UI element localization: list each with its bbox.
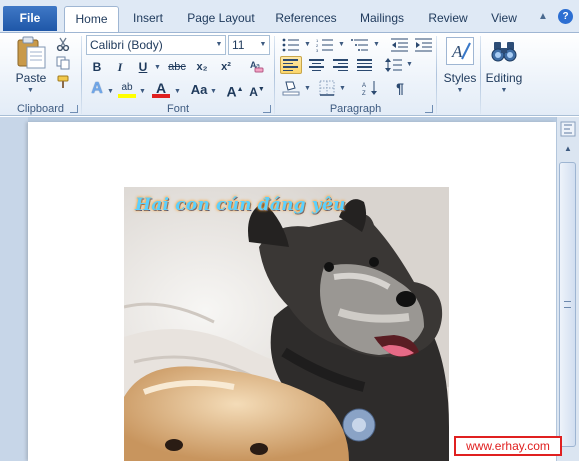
increase-indent-icon[interactable] [414,36,434,54]
editing-dropdown-icon: ▼ [500,87,508,94]
bullets-dropdown-icon[interactable]: ▼ [304,41,311,48]
styles-dropdown-icon: ▼ [456,87,464,94]
vertical-ruler [0,117,28,461]
font-family-value: Calibri (Body) [90,38,163,52]
decrease-indent-icon[interactable] [390,36,410,54]
chevron-down-icon[interactable]: ▼ [257,36,269,54]
font-size-value: 11 [232,38,245,52]
line-spacing-dropdown-icon[interactable]: ▼ [406,61,413,68]
font-family-select[interactable]: Calibri (Body) ▼ [86,35,226,55]
shading-dropdown-icon[interactable]: ▼ [304,85,311,92]
ribbon: Paste ▼ Clipboard Calibri (Body) ▼ 11 ▼ … [0,32,579,116]
svg-text:3: 3 [316,48,319,52]
grip-icon [564,301,571,308]
font-color-button[interactable]: A [152,79,170,98]
text-effects-button[interactable]: A [88,80,106,102]
clipboard-group: Paste ▼ Clipboard [0,33,81,117]
clipboard-group-label: Clipboard [16,103,65,115]
cut-icon[interactable] [55,36,71,52]
font-group-label: Font [166,103,189,115]
paste-icon[interactable] [14,36,48,69]
bullets-icon[interactable] [281,36,301,54]
change-case-button[interactable]: Aa [188,81,210,99]
superscript-button[interactable]: x² [216,58,236,76]
borders-icon[interactable] [317,79,337,97]
chevron-down-icon[interactable]: ▼ [213,36,225,54]
grow-font-label: A [226,83,237,100]
font-group: Calibri (Body) ▼ 11 ▼ B I U ▼ abc x₂ x² … [82,33,274,117]
tab-view[interactable]: View [484,6,524,32]
paragraph-group: ▼ 123 ▼ ▼ ▼ ▼ ▼ A Z ¶ Paragraph [275,33,436,117]
align-center-button[interactable] [306,56,326,74]
paragraph-launcher-icon[interactable] [425,105,433,113]
styles-icon: A [446,37,474,65]
align-right-button[interactable] [330,56,350,74]
highlight-button[interactable]: ab [118,79,136,98]
format-painter-icon[interactable] [55,74,71,90]
scrollbar-thumb[interactable] [559,162,576,447]
inserted-picture[interactable]: Hai con cún đáng yêu [124,187,449,461]
show-formatting-marks-button[interactable]: ¶ [390,79,410,97]
font-launcher-icon[interactable] [263,105,271,113]
paste-button[interactable]: Paste [14,71,48,85]
text-effects-dropdown-icon[interactable]: ▼ [107,88,114,95]
tab-page-layout[interactable]: Page Layout [182,6,260,32]
numbering-dropdown-icon[interactable]: ▼ [338,41,345,48]
group-divider [480,36,481,114]
help-icon[interactable]: ? [558,9,573,24]
shading-icon[interactable] [281,79,301,97]
sort-icon[interactable]: AZ [361,79,381,97]
svg-text:A: A [451,42,463,61]
underline-button[interactable]: U [134,58,152,76]
line-spacing-icon[interactable] [384,56,404,74]
clipboard-launcher-icon[interactable] [70,105,78,113]
italic-button[interactable]: I [112,58,128,76]
editing-button[interactable]: Editing ▼ [483,35,525,94]
borders-dropdown-icon[interactable]: ▼ [339,85,346,92]
tab-insert[interactable]: Insert [124,6,172,32]
multilevel-dropdown-icon[interactable]: ▼ [373,41,380,48]
ribbon-tab-bar: File Home Insert Page Layout References … [0,0,579,33]
binoculars-icon [490,37,518,65]
paragraph-group-label: Paragraph [329,103,382,115]
editing-label: Editing [485,71,523,85]
tab-review[interactable]: Review [421,6,475,32]
tab-references[interactable]: References [268,6,344,32]
copy-icon[interactable] [55,55,71,71]
align-left-button[interactable] [280,56,302,74]
tab-mailings[interactable]: Mailings [352,6,412,32]
change-case-dropdown-icon[interactable]: ▼ [210,88,217,95]
scroll-up-icon[interactable]: ▲ [560,141,576,157]
styles-button[interactable]: A Styles ▼ [441,35,479,94]
font-color-label: A [155,80,167,96]
svg-text:A: A [362,83,366,89]
paste-dropdown-icon[interactable]: ▼ [27,87,34,94]
tab-home[interactable]: Home [64,6,119,33]
shrink-font-label: A [249,85,258,99]
vertical-scrollbar[interactable]: ▲ [556,117,579,461]
bold-button[interactable]: B [88,58,106,76]
ruler-toggle-icon[interactable] [560,121,576,137]
font-size-select[interactable]: 11 ▼ [228,35,270,55]
group-divider [436,36,437,114]
tab-file[interactable]: File [3,6,57,31]
underline-dropdown-icon[interactable]: ▼ [154,64,161,71]
multilevel-list-icon[interactable] [350,36,370,54]
styles-label: Styles [443,71,477,85]
watermark-label: www.erhay.com [454,436,562,456]
clear-formatting-icon[interactable]: Aa [248,57,266,75]
shrink-font-button[interactable]: A▼ [248,81,266,99]
subscript-button[interactable]: x₂ [192,58,212,76]
strikethrough-button[interactable]: abc [166,58,188,76]
picture-caption: Hai con cún đáng yêu [135,195,346,215]
dogs-photo-illustration [124,187,449,461]
font-color-dropdown-icon[interactable]: ▼ [174,88,181,95]
justify-button[interactable] [354,56,374,74]
svg-text:Z: Z [362,91,366,96]
highlight-label: ab [121,82,133,93]
highlight-dropdown-icon[interactable]: ▼ [139,88,146,95]
numbering-icon[interactable]: 123 [315,36,335,54]
minimize-ribbon-icon[interactable]: ▲ [538,11,550,23]
grow-font-button[interactable]: A▲ [226,81,244,100]
